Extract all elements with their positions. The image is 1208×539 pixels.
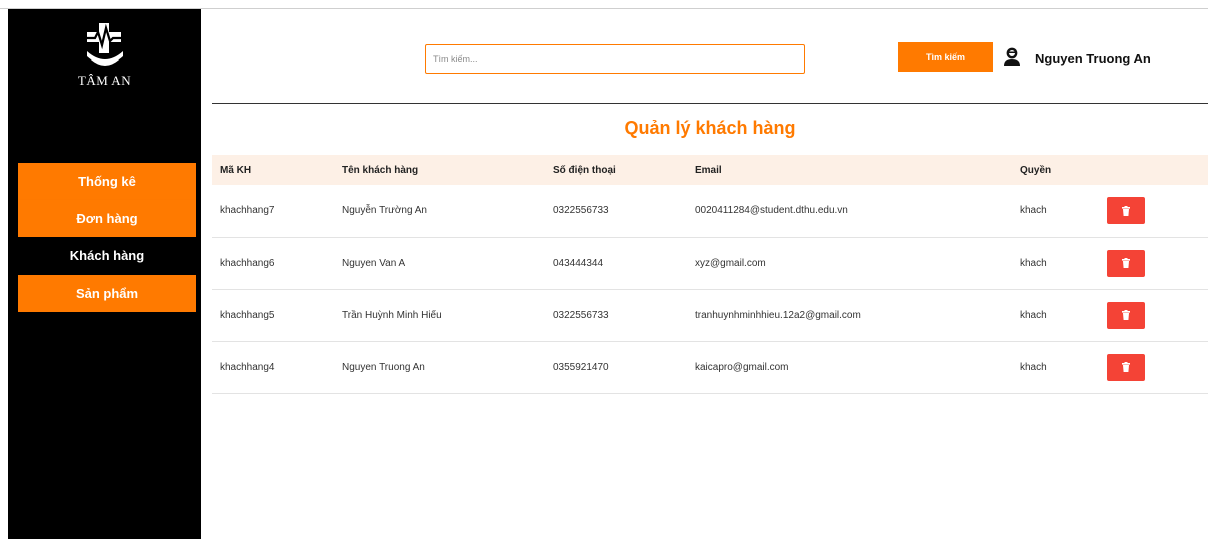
trash-icon — [1122, 258, 1130, 268]
cell-email: kaicapro@gmail.com — [695, 361, 789, 373]
trash-icon — [1122, 310, 1130, 320]
cell-name: Nguyen Truong An — [342, 361, 425, 373]
cell-id: khachhang5 — [220, 309, 275, 321]
sidebar-nav: Thống kê Đơn hàng Khách hàng Sản phẩm — [18, 163, 196, 312]
cell-name: Nguyễn Trường An — [342, 205, 427, 217]
table-header-row: Mã KH Tên khách hàng Số điện thoại Email… — [212, 155, 1208, 185]
user-name[interactable]: Nguyen Truong An — [1035, 51, 1151, 66]
sidebar-item-don-hang[interactable]: Đơn hàng — [18, 200, 196, 237]
logo-text: TÂM AN — [77, 73, 132, 88]
column-header-email: Email — [695, 164, 722, 176]
cell-actions — [1099, 185, 1208, 237]
cell-email: tranhuynhminhhieu.12a2@gmail.com — [695, 309, 861, 321]
logo[interactable]: TÂM AN — [8, 23, 201, 89]
cell-role: khach — [1020, 257, 1047, 269]
cell-actions — [1099, 237, 1208, 289]
sidebar-item-san-pham[interactable]: Sản phẩm — [18, 275, 196, 312]
table-row: khachhang4 Nguyen Truong An 0355921470 k… — [212, 341, 1208, 393]
page-title: Quản lý khách hàng — [624, 118, 796, 138]
cell-role: khach — [1020, 205, 1047, 217]
search-input[interactable] — [425, 44, 805, 74]
table-row: khachhang6 Nguyen Van A 043444344 xyz@gm… — [212, 237, 1208, 289]
column-header-role: Quyền — [1020, 164, 1052, 176]
search-button[interactable]: Tìm kiếm — [898, 42, 993, 72]
cell-id: khachhang7 — [220, 205, 275, 217]
cell-id: khachhang4 — [220, 361, 275, 373]
medical-cross-hand-icon — [83, 23, 126, 66]
column-header-phone: Số điện thoại — [553, 164, 616, 176]
sidebar-item-khach-hang[interactable]: Khách hàng — [18, 237, 196, 275]
cell-actions — [1099, 341, 1208, 393]
trash-icon — [1122, 205, 1130, 216]
delete-button[interactable] — [1107, 301, 1145, 329]
cell-phone: 0355921470 — [553, 361, 609, 373]
trash-icon — [1122, 362, 1130, 372]
column-header-actions — [1099, 155, 1208, 185]
user-icon[interactable] — [1003, 47, 1021, 67]
cell-phone: 043444344 — [553, 257, 604, 269]
cell-phone: 0322556733 — [553, 309, 609, 321]
cell-actions — [1099, 289, 1208, 341]
cell-name: Trần Huỳnh Minh Hiếu — [342, 309, 442, 321]
customer-table: Mã KH Tên khách hàng Số điện thoại Email… — [212, 155, 1208, 394]
sidebar: TÂM AN Thống kê Đơn hàng Khách hàng Sản … — [8, 9, 201, 539]
cell-email: xyz@gmail.com — [695, 257, 766, 269]
column-header-name: Tên khách hàng — [342, 164, 419, 176]
sidebar-item-thong-ke[interactable]: Thống kê — [18, 163, 196, 200]
table-row: khachhang5 Trần Huỳnh Minh Hiếu 03225567… — [212, 289, 1208, 341]
column-header-id: Mã KH — [220, 164, 252, 176]
delete-button[interactable] — [1107, 249, 1145, 277]
cell-name: Nguyen Van A — [342, 257, 406, 269]
cell-role: khach — [1020, 309, 1047, 321]
cell-role: khach — [1020, 361, 1047, 373]
cell-email: 0020411284@student.dthu.edu.vn — [695, 205, 848, 217]
delete-button[interactable] — [1107, 197, 1145, 225]
cell-phone: 0322556733 — [553, 205, 609, 217]
delete-button[interactable] — [1107, 353, 1145, 381]
table-row: khachhang7 Nguyễn Trường An 0322556733 0… — [212, 185, 1208, 237]
header-divider — [212, 103, 1208, 104]
cell-id: khachhang6 — [220, 257, 275, 269]
